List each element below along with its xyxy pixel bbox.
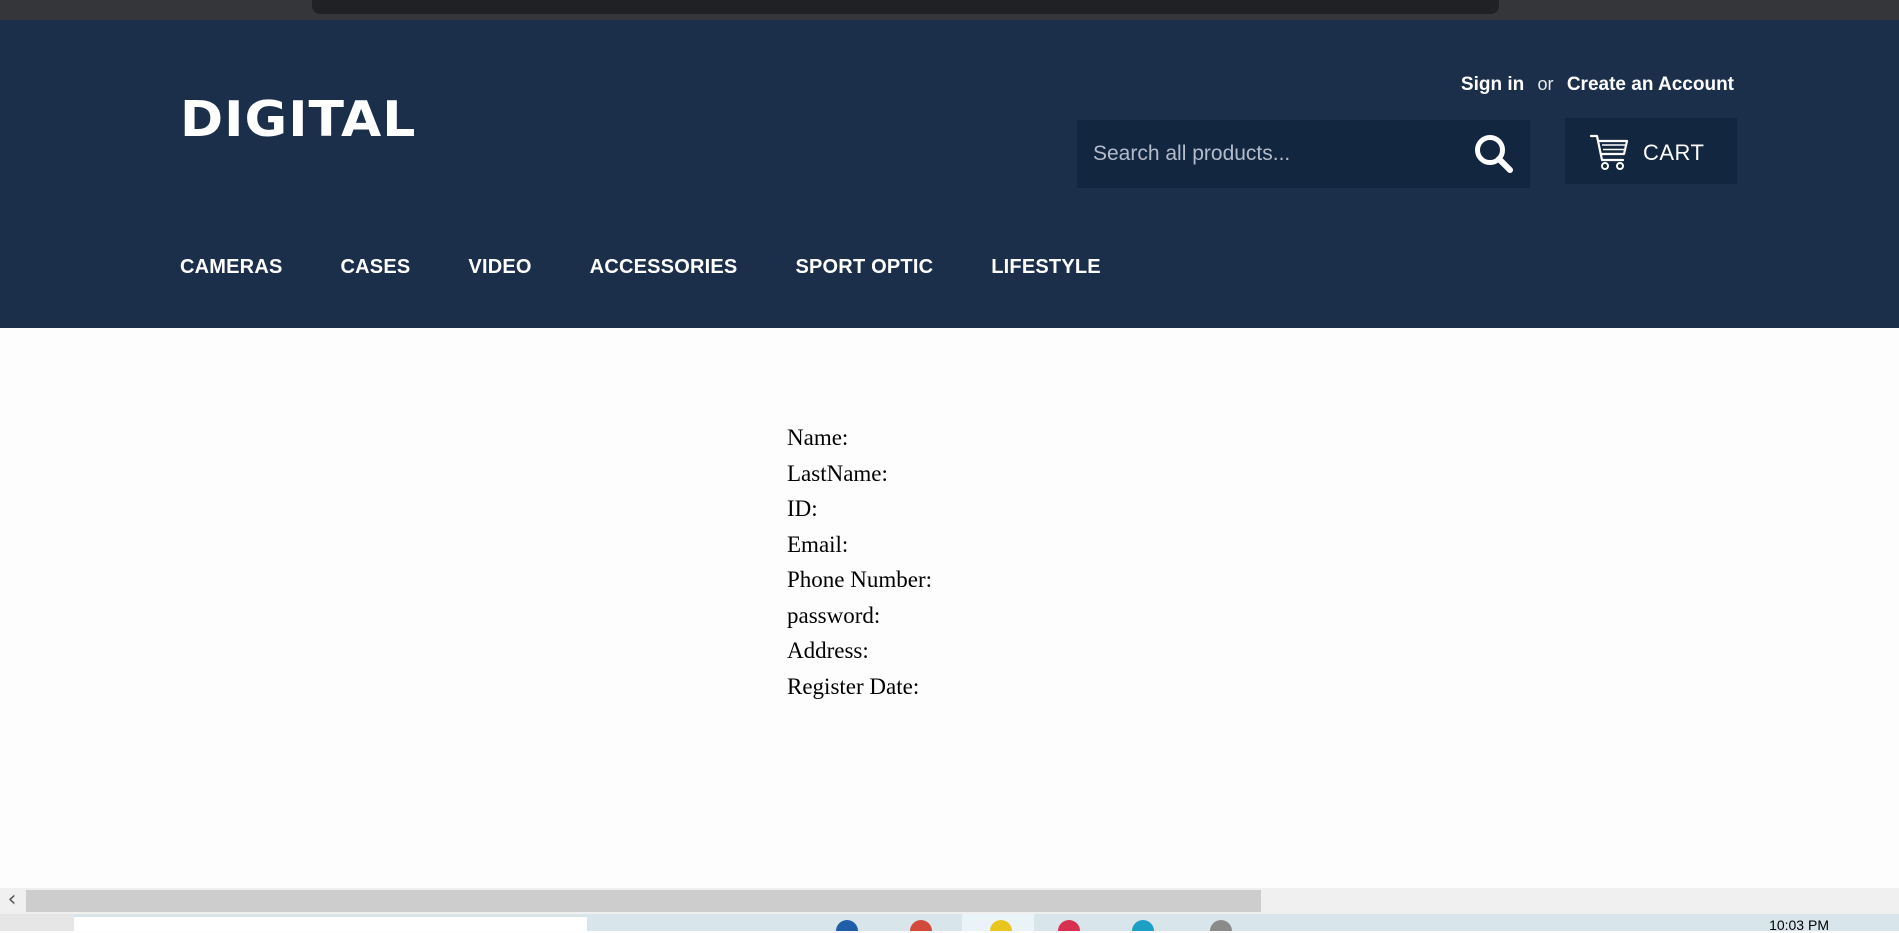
create-account-link[interactable]: Create an Account (1567, 74, 1734, 95)
search-form (1077, 120, 1530, 188)
profile-field-name: Name: (787, 425, 849, 450)
horizontal-scrollbar[interactable]: ‹ (0, 888, 1899, 914)
taskbar-app-icon[interactable] (836, 920, 858, 931)
account-links: Sign in or Create an Account (1461, 74, 1734, 96)
taskbar-app-icon[interactable] (1210, 920, 1232, 931)
or-separator: or (1537, 74, 1554, 94)
search-icon (1475, 135, 1513, 173)
profile-field-address: Address: (787, 638, 869, 663)
taskbar-search-box[interactable] (74, 917, 587, 931)
profile-field-lastname: LastName: (787, 460, 888, 486)
nav-item-accessories[interactable]: ACCESSORIES (590, 256, 738, 286)
cart-button[interactable]: CART (1565, 118, 1737, 184)
profile-field-phone: Phone Number: (787, 567, 933, 592)
scrollbar-thumb[interactable] (26, 890, 1261, 912)
cart-icon (1589, 134, 1629, 170)
site-logo[interactable]: DIGITAL (180, 95, 416, 144)
taskbar-start-area[interactable] (0, 914, 74, 931)
nav-item-video[interactable]: VIDEO (468, 256, 531, 286)
nav-item-sport-optic[interactable]: SPORT OPTIC (795, 256, 933, 286)
profile-field-email: Email: (787, 531, 849, 557)
site-header: DIGITAL Sign in or Create an Account CAR… (0, 20, 1899, 328)
sign-in-link[interactable]: Sign in (1461, 74, 1524, 95)
taskbar-app-icon[interactable] (1058, 920, 1080, 931)
profile-field-id: ID: (787, 496, 818, 521)
cart-label: CART (1643, 140, 1705, 165)
profile-field-password: password: (787, 602, 881, 628)
profile-field-register-date: Register Date: (787, 673, 920, 699)
taskbar-app-icon[interactable] (910, 920, 932, 931)
taskbar-app-icon[interactable] (1132, 920, 1154, 931)
address-bar[interactable] (312, 0, 1499, 14)
profile-details: Name: LastName: ID: Email: Phone Number:… (787, 420, 932, 704)
chevron-left-icon[interactable]: ‹ (0, 888, 24, 914)
search-button[interactable] (1472, 132, 1516, 176)
nav-item-cameras[interactable]: CAMERAS (180, 256, 283, 286)
nav-item-lifestyle[interactable]: LIFESTYLE (991, 256, 1101, 286)
os-taskbar: 10:03 PM (0, 914, 1899, 933)
browser-toolbar (0, 0, 1899, 20)
nav-item-cases[interactable]: CASES (341, 256, 411, 286)
search-input[interactable] (1077, 120, 1447, 188)
main-nav: CAMERAS CASES VIDEO ACCESSORIES SPORT OP… (180, 256, 1159, 286)
